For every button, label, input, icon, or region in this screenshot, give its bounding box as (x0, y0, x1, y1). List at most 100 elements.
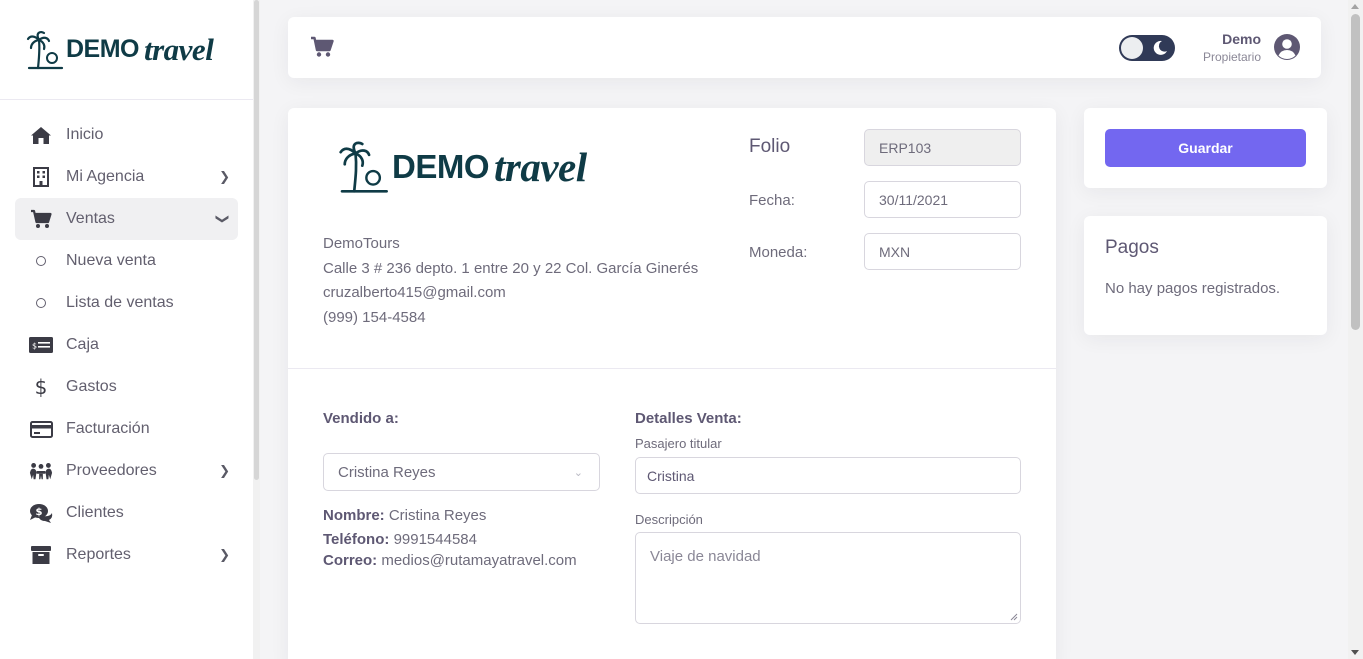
sidebar-item-nueva-venta[interactable]: Nueva venta (15, 240, 238, 282)
folio-label: Folio (749, 136, 791, 157)
telefono-label: Teléfono: (323, 531, 390, 548)
sidebar-item-inicio[interactable]: Inicio (15, 114, 238, 156)
company-name: DemoTours (323, 235, 400, 252)
sidebar-item-label: Inicio (66, 126, 104, 143)
user-name: Demo (1222, 31, 1261, 47)
divider (288, 368, 1056, 369)
building-icon (29, 165, 53, 189)
moneda-field[interactable]: MXN (864, 233, 1021, 270)
pasajero-input[interactable]: Cristina (635, 457, 1021, 494)
pasajero-label: Pasajero titular (635, 436, 722, 451)
descripcion-value: Viaje de navidad (650, 548, 761, 565)
cash-register-icon: $ (29, 333, 53, 357)
sidebar-item-label: Clientes (66, 504, 124, 521)
sidebar-item-facturacion[interactable]: Facturación (15, 408, 238, 450)
page-scrollbar-thumb[interactable] (1351, 14, 1360, 330)
chevron-right-icon: ❯ (219, 169, 230, 184)
nombre-value: Cristina Reyes (388, 507, 487, 524)
nombre-label: Nombre: (323, 507, 385, 524)
sidebar-item-caja[interactable]: $ Caja (15, 324, 238, 366)
sold-to-title: Vendido a: (323, 410, 399, 427)
circle-icon (36, 298, 46, 308)
chevron-right-icon: ❯ (219, 547, 230, 562)
sidebar-scrollbar-thumb[interactable] (254, 0, 259, 480)
sidebar-item-label: Lista de ventas (66, 294, 174, 311)
sidebar: DEMO travel Inicio Mi Agencia ❯ Ventas ❯ (0, 0, 253, 659)
sidebar-item-ventas[interactable]: Ventas ❯ (15, 198, 238, 240)
telefono-value: 9991544584 (393, 531, 477, 548)
sidebar-item-label: Mi Agencia (66, 168, 145, 185)
sidebar-item-label: Proveedores (66, 462, 157, 479)
top-navbar: Demo Propietario (288, 17, 1321, 78)
archive-icon (29, 543, 53, 567)
cart-icon (29, 207, 53, 231)
client-name-row: Nombre: Cristina Reyes (323, 507, 486, 524)
save-card: Guardar (1084, 108, 1327, 188)
logo-text-travel: travel (494, 144, 587, 190)
theme-toggle[interactable] (1119, 35, 1175, 61)
sidebar-item-label: Facturación (66, 420, 150, 437)
invoice-logo: DEMO travel (338, 140, 587, 194)
svg-text:$: $ (32, 342, 37, 351)
moneda-label: Moneda: (749, 244, 808, 261)
company-info: DemoTours Calle 3 # 236 depto. 1 entre 2… (323, 232, 698, 330)
payments-empty-text: No hay pagos registrados. (1105, 280, 1281, 297)
sidebar-scrollbar[interactable] (253, 0, 260, 659)
comments-dollar-icon: $ (29, 501, 53, 525)
sidebar-item-proveedores[interactable]: Proveedores ❯ (15, 450, 238, 492)
logo-text-travel: travel (144, 31, 214, 67)
logo-text-demo: DEMO (66, 35, 140, 63)
cart-icon[interactable] (310, 36, 334, 58)
details-title: Detalles Venta: (635, 410, 742, 427)
circle-icon (36, 256, 46, 266)
sidebar-item-clientes[interactable]: $ Clientes (15, 492, 238, 534)
toggle-knob (1121, 37, 1143, 59)
company-address: Calle 3 # 236 depto. 1 entre 20 y 22 Col… (323, 259, 699, 277)
dollar-icon: $ (34, 375, 48, 399)
palm-tree-icon (339, 141, 388, 193)
credit-card-icon (29, 417, 53, 441)
chevron-down-icon: ⌄ (573, 467, 583, 479)
payments-card: Pagos No hay pagos registrados. (1084, 216, 1327, 335)
svg-text:$: $ (36, 507, 43, 518)
client-phone-row: Teléfono: 9991544584 (323, 531, 477, 548)
sidebar-item-mi-agencia[interactable]: Mi Agencia ❯ (15, 156, 238, 198)
sidebar-item-gastos[interactable]: $ Gastos (15, 366, 238, 408)
client-email-row: Correo: medios@rutamayatravel.com (323, 552, 577, 569)
payments-title: Pagos (1105, 237, 1159, 258)
sidebar-item-label: Nueva venta (66, 252, 156, 269)
save-button[interactable]: Guardar (1105, 129, 1306, 167)
folio-field: ERP103 (864, 129, 1021, 166)
user-avatar-icon[interactable] (1273, 33, 1301, 61)
fecha-field[interactable]: 30/11/2021 (864, 181, 1021, 218)
descripcion-label: Descripción (635, 512, 703, 527)
customer-select-value: Cristina Reyes (338, 463, 436, 481)
sidebar-item-reportes[interactable]: Reportes ❯ (15, 534, 238, 576)
descripcion-textarea[interactable]: Viaje de navidad (635, 532, 1021, 624)
scroll-down-arrow-icon[interactable] (1351, 650, 1359, 655)
chevron-right-icon: ❯ (219, 463, 230, 478)
company-email: cruzalberto415@gmail.com (323, 284, 506, 301)
moon-icon (1153, 40, 1167, 55)
fecha-label: Fecha: (749, 192, 795, 209)
page-scrollbar[interactable] (1348, 0, 1363, 659)
sidebar-item-label: Ventas (66, 210, 115, 227)
customer-select[interactable]: Cristina Reyes ⌄ (323, 453, 600, 491)
brand-logo[interactable]: DEMO travel (0, 0, 253, 100)
sidebar-item-label: Reportes (66, 546, 131, 563)
invoice-card: DEMO travel DemoTours Calle 3 # 236 dept… (288, 108, 1056, 659)
correo-value: medios@rutamayatravel.com (381, 552, 577, 569)
user-role: Propietario (1202, 50, 1261, 64)
resize-grip-icon[interactable] (1010, 613, 1018, 621)
sidebar-item-label: Caja (66, 336, 99, 353)
scroll-up-arrow-icon[interactable] (1351, 4, 1359, 9)
sidebar-nav: Inicio Mi Agencia ❯ Ventas ❯ Nueva venta… (0, 100, 253, 576)
home-icon (29, 123, 53, 147)
logo-text-demo: DEMO (392, 148, 490, 185)
sidebar-item-label: Gastos (66, 378, 117, 395)
people-icon (29, 459, 53, 483)
sidebar-item-lista-de-ventas[interactable]: Lista de ventas (15, 282, 238, 324)
user-info[interactable]: Demo Propietario (1203, 31, 1261, 64)
chevron-down-icon: ❯ (215, 213, 231, 225)
logo: DEMO travel (26, 30, 214, 70)
